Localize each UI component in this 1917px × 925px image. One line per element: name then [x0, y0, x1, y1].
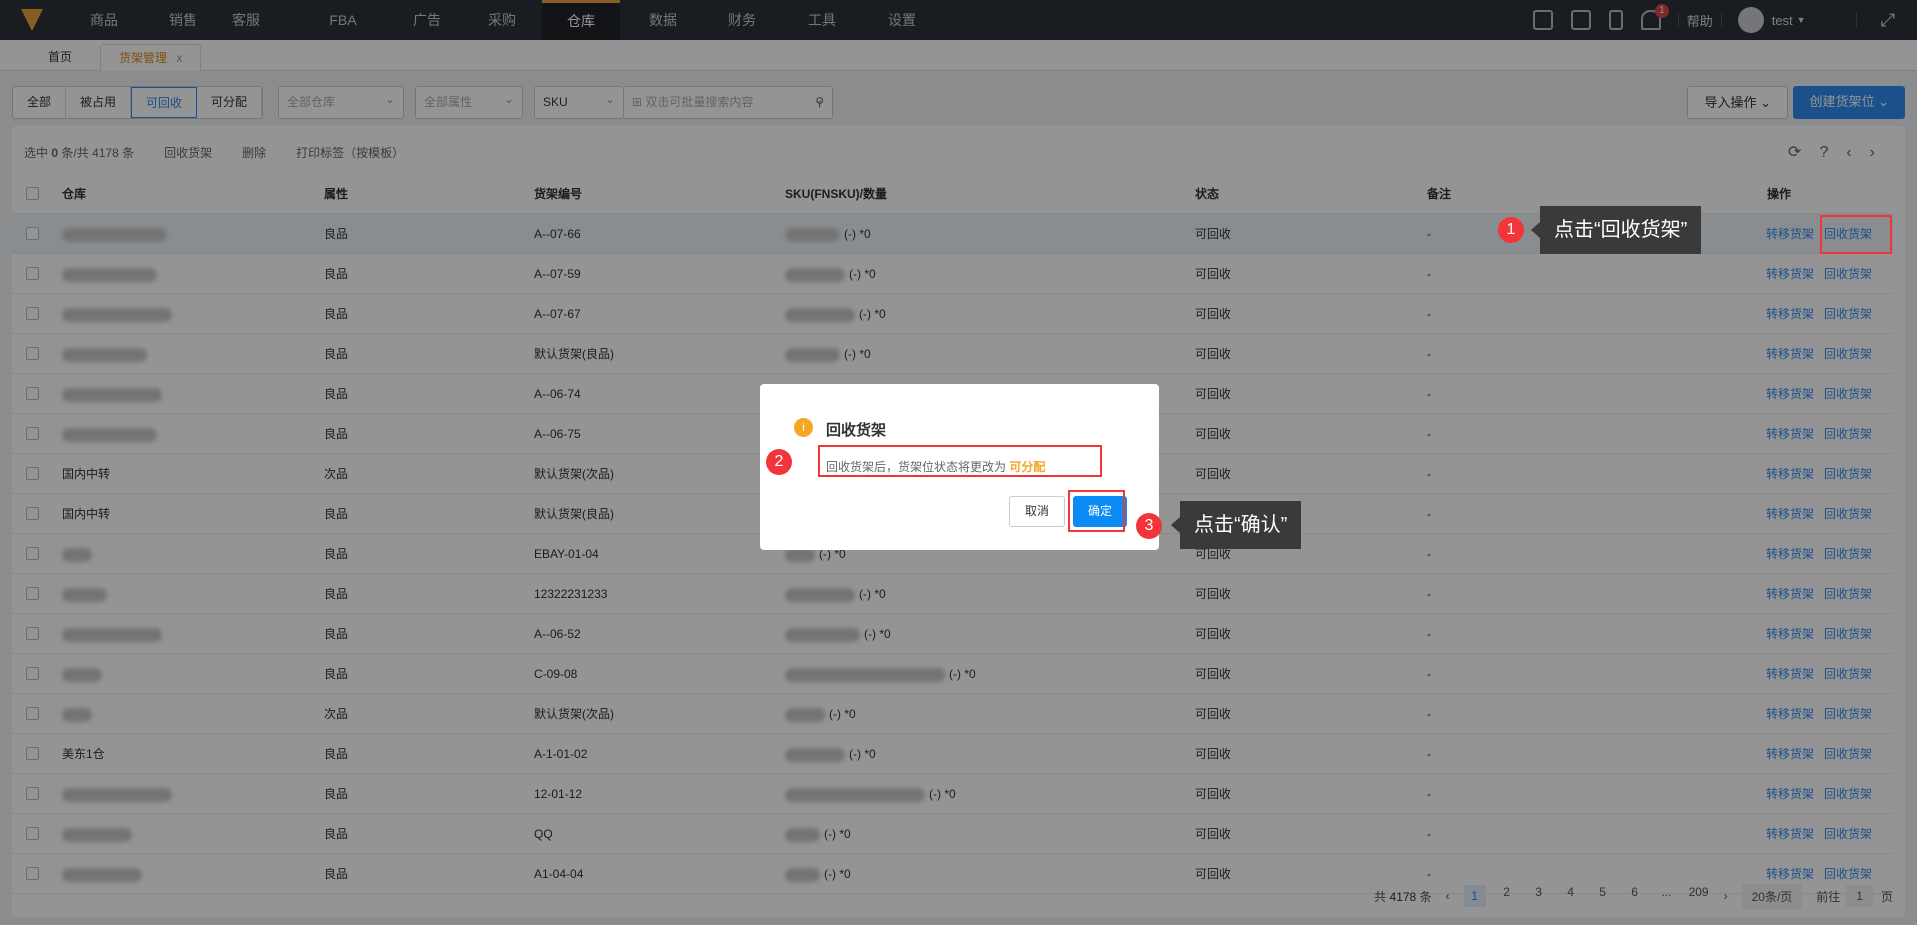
step-2-badge: 2	[766, 449, 792, 475]
step-3-badge: 3	[1136, 513, 1162, 539]
step-1-badge: 1	[1498, 217, 1524, 243]
step-1-callout: 点击“回收货架”	[1530, 206, 1702, 254]
info-icon: i	[794, 418, 813, 437]
dialog-title: 回收货架	[826, 422, 887, 439]
cancel-button[interactable]: 取消	[1009, 496, 1065, 527]
step-3-callout: 点击“确认”	[1170, 501, 1302, 549]
highlight-box-confirm	[1068, 490, 1125, 532]
highlight-box-recycle	[1820, 215, 1892, 254]
highlight-box-message	[818, 445, 1102, 477]
